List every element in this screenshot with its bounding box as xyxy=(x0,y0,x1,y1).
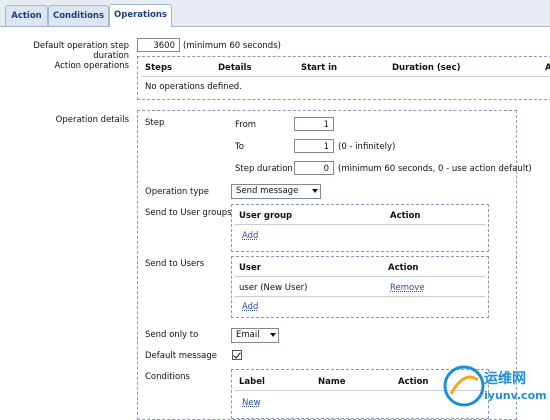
col-details: Details xyxy=(218,63,252,73)
watermark-logo-icon xyxy=(443,365,485,407)
col-start-in: Start in xyxy=(301,63,338,73)
tab-conditions[interactable]: Conditions xyxy=(48,5,109,26)
user-groups-label: Send to User groups xyxy=(145,208,232,218)
chevron-down-icon xyxy=(270,333,276,337)
chevron-down-icon xyxy=(312,189,318,193)
add-user-link[interactable]: Add xyxy=(242,302,258,312)
action-operations-box xyxy=(137,56,550,100)
send-only-to-value: Email xyxy=(236,330,260,340)
add-user-group-link[interactable]: Add xyxy=(242,231,258,241)
new-condition-link[interactable]: New xyxy=(242,398,261,408)
remove-user-link[interactable]: Remove xyxy=(390,283,425,293)
step-label: Step xyxy=(145,118,165,128)
action-operations-label: Action operations xyxy=(54,61,129,71)
col-cond-label: Label xyxy=(239,377,265,387)
conditions-label: Conditions xyxy=(145,372,190,382)
divider xyxy=(235,224,485,225)
user-row-name: user (New User) xyxy=(239,283,308,293)
operation-type-value: Send message xyxy=(236,186,299,196)
send-only-to-label: Send only to xyxy=(145,330,199,340)
users-label: Send to Users xyxy=(145,259,205,269)
divider xyxy=(235,296,485,297)
watermark: 运维网 iyunv.com xyxy=(440,362,550,412)
step-from-label: From xyxy=(235,120,257,130)
col-cond-name: Name xyxy=(318,377,346,387)
col-cond-action: Action xyxy=(398,377,429,387)
tab-bar: Action Conditions Operations xyxy=(0,0,550,27)
default-message-label: Default message xyxy=(145,351,217,361)
default-step-input[interactable]: 3600 xyxy=(137,38,180,52)
divider xyxy=(141,76,550,77)
step-to-hint: (0 - infinitely) xyxy=(338,142,396,152)
default-step-hint: (minimum 60 seconds) xyxy=(183,41,281,51)
no-operations-text: No operations defined. xyxy=(145,82,242,92)
col-action-cut: A xyxy=(545,63,550,73)
tab-action[interactable]: Action xyxy=(5,5,48,26)
col-steps: Steps xyxy=(145,63,173,73)
step-from-input[interactable]: 1 xyxy=(294,117,334,131)
col-group-action: Action xyxy=(390,211,421,221)
step-to-label: To xyxy=(235,142,244,152)
step-duration-hint: (minimum 60 seconds, 0 - use action defa… xyxy=(338,164,532,174)
watermark-text: 运维网 xyxy=(484,371,526,387)
col-user-group: User group xyxy=(239,211,293,221)
divider xyxy=(235,276,485,277)
default-step-label: Default operation step duration xyxy=(33,41,129,61)
step-to-input[interactable]: 1 xyxy=(294,139,334,153)
send-only-to-select[interactable]: Email xyxy=(231,328,279,343)
step-duration-label: Step duration xyxy=(235,164,293,174)
default-message-checkbox[interactable] xyxy=(232,350,242,360)
col-user: User xyxy=(239,263,261,273)
col-duration: Duration (sec) xyxy=(392,63,461,73)
tab-operations[interactable]: Operations xyxy=(109,4,172,27)
step-duration-input[interactable]: 0 xyxy=(294,161,334,175)
col-user-action: Action xyxy=(388,263,419,273)
watermark-url: iyunv.com xyxy=(484,389,547,402)
operation-details-label: Operation details xyxy=(55,115,129,125)
operation-type-select[interactable]: Send message xyxy=(231,184,321,199)
operation-type-label: Operation type xyxy=(145,187,209,197)
